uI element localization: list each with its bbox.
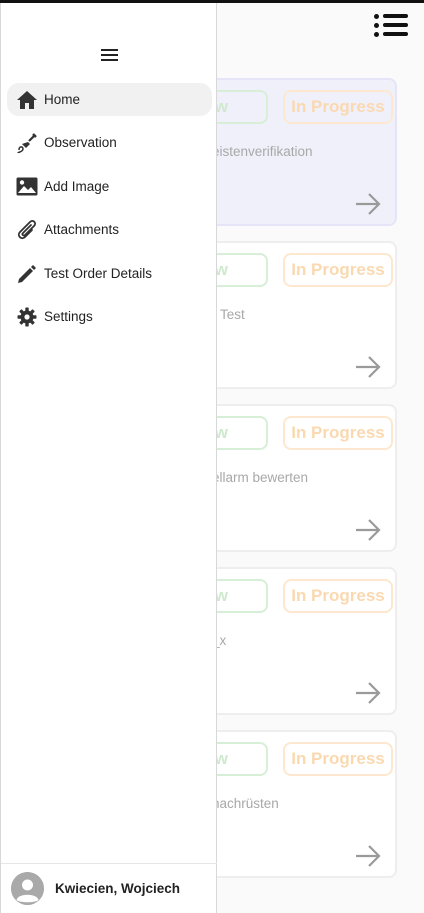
status-badge-in-progress: In Progress (283, 579, 393, 613)
navigation-drawer: Home Observation Add Image Attachments T… (0, 3, 217, 913)
pencil-icon (16, 263, 38, 285)
test-order-card[interactable]: New In Progress ellarm bewerten (178, 404, 397, 552)
nav-item-attachments[interactable]: Attachments (7, 213, 212, 246)
test-order-card[interactable]: New In Progress nachrüsten (178, 730, 397, 878)
nav-item-observation[interactable]: Observation (7, 126, 212, 159)
nav-item-test-order-details[interactable]: Test Order Details (7, 257, 212, 290)
arrow-right-icon[interactable] (355, 355, 381, 379)
avatar (11, 872, 44, 905)
test-order-card[interactable]: New In Progress r Test (178, 241, 397, 389)
gear-icon (16, 306, 38, 328)
user-profile[interactable]: Kwiecien, Wojciech (1, 863, 217, 913)
nav-item-home[interactable]: Home (7, 83, 212, 116)
card-title: eistenverifikation (212, 144, 313, 159)
hamburger-menu-icon[interactable] (100, 47, 120, 63)
nav-item-settings[interactable]: Settings (7, 300, 212, 333)
nav-item-add-image[interactable]: Add Image (7, 170, 212, 203)
arrow-right-icon[interactable] (355, 518, 381, 542)
test-order-card[interactable]: New In Progress _x (178, 567, 397, 715)
nav-item-label: Observation (44, 135, 117, 150)
nav-item-label: Attachments (44, 222, 120, 237)
arrow-right-icon[interactable] (355, 844, 381, 868)
card-title: nachrüsten (212, 796, 279, 811)
home-icon (16, 89, 38, 111)
list-menu-icon[interactable] (374, 13, 408, 39)
status-badge-in-progress: In Progress (283, 253, 393, 287)
status-badge-in-progress: In Progress (283, 90, 393, 124)
arrow-right-icon[interactable] (355, 192, 381, 216)
paperclip-icon (16, 219, 38, 241)
nav-item-label: Home (44, 92, 81, 107)
arrow-right-icon[interactable] (355, 681, 381, 705)
status-badge-in-progress: In Progress (283, 742, 393, 776)
nav-item-label: Add Image (44, 179, 110, 194)
test-order-card[interactable]: New In Progress eistenverifikation (178, 78, 397, 226)
image-icon (16, 176, 38, 198)
user-name: Kwiecien, Wojciech (55, 881, 181, 896)
nav-item-label: Settings (44, 309, 93, 324)
observation-icon (16, 132, 38, 154)
status-badge-in-progress: In Progress (283, 416, 393, 450)
card-title: ellarm bewerten (212, 470, 309, 485)
nav-item-label: Test Order Details (44, 266, 153, 281)
